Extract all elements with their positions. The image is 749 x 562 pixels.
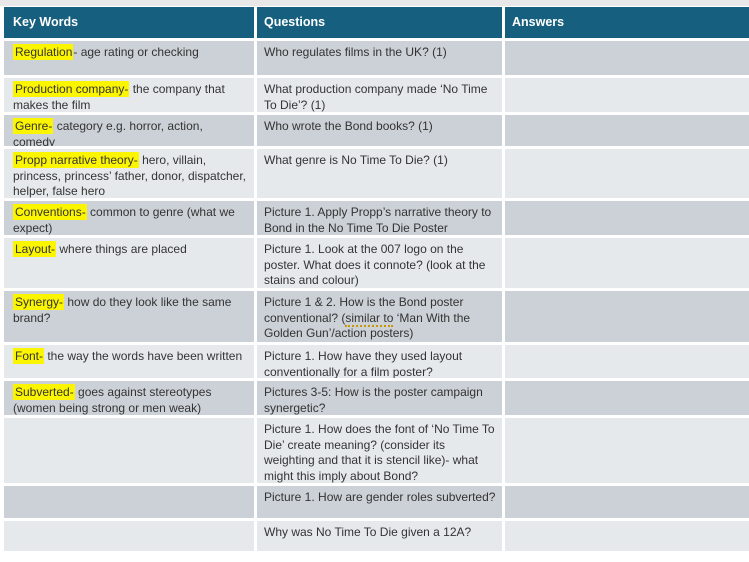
question-cell: Who regulates films in the UK? (1) (257, 41, 502, 75)
keyword-cell: Production company- the company that mak… (4, 78, 254, 112)
table-row: Propp narrative theory- hero, villain, p… (4, 149, 749, 198)
keyword-definition: - age rating or checking (73, 45, 199, 59)
answer-cell[interactable] (505, 78, 749, 112)
keyword-highlight: Propp narrative theory- (13, 152, 139, 168)
question-cell: Pictures 3-5: How is the poster campaign… (257, 381, 502, 415)
keyword-cell: Genre- category e.g. horror, action, com… (4, 115, 254, 146)
table-row: Picture 1. How are gender roles subverte… (4, 486, 749, 518)
header-cell-questions: Questions (257, 7, 502, 38)
keyword-cell: Layout- where things are placed (4, 238, 254, 288)
answer-cell[interactable] (505, 381, 749, 415)
keyword-cell (4, 418, 254, 483)
question-cell: Picture 1. Apply Propp’s narrative theor… (257, 201, 502, 235)
answer-cell[interactable] (505, 486, 749, 518)
keyword-highlight: Production company- (13, 81, 130, 97)
answer-cell[interactable] (505, 418, 749, 483)
header-cell-keywords: Key Words (4, 7, 254, 38)
question-cell: Picture 1. Look at the 007 logo on the p… (257, 238, 502, 288)
table-row: Conventions- common to genre (what we ex… (4, 201, 749, 235)
table-row: Synergy- how do they look like the same … (4, 291, 749, 342)
answer-cell[interactable] (505, 201, 749, 235)
answer-cell[interactable] (505, 291, 749, 342)
worksheet-page: Key Words Questions Answers Regulation- … (0, 0, 749, 562)
table-row: Font- the way the words have been writte… (4, 345, 749, 378)
table-row: Production company- the company that mak… (4, 78, 749, 112)
table-row: Picture 1. How does the font of ‘No Time… (4, 418, 749, 483)
keyword-cell: Font- the way the words have been writte… (4, 345, 254, 378)
table-row: Genre- category e.g. horror, action, com… (4, 115, 749, 146)
keyword-cell: Regulation- age rating or checking (4, 41, 254, 75)
keyword-cell (4, 521, 254, 551)
question-cell: Who wrote the Bond books? (1) (257, 115, 502, 146)
keywords-questions-table: Key Words Questions Answers Regulation- … (4, 7, 749, 554)
answer-cell[interactable] (505, 238, 749, 288)
keyword-definition: where things are placed (56, 242, 187, 256)
table-row: Why was No Time To Die given a 12A? (4, 521, 749, 551)
keyword-highlight: Genre- (13, 118, 54, 134)
table-header-row: Key Words Questions Answers (4, 7, 749, 38)
question-cell: What genre is No Time To Die? (1) (257, 149, 502, 198)
table-row: Layout- where things are placed Picture … (4, 238, 749, 288)
keyword-highlight: Regulation (13, 44, 74, 60)
answer-cell[interactable] (505, 41, 749, 75)
question-cell: Why was No Time To Die given a 12A? (257, 521, 502, 551)
keyword-cell: Propp narrative theory- hero, villain, p… (4, 149, 254, 198)
question-cell: Picture 1 & 2. How is the Bond poster co… (257, 291, 502, 342)
keyword-highlight: Font- (13, 348, 45, 364)
answer-cell[interactable] (505, 149, 749, 198)
keyword-highlight: Subverted- (13, 384, 75, 400)
keyword-cell: Subverted- goes against stereotypes (wom… (4, 381, 254, 415)
page-top-strip (0, 0, 749, 6)
spellcheck-underlined-text: similar to (345, 310, 394, 327)
question-cell: Picture 1. How does the font of ‘No Time… (257, 418, 502, 483)
question-cell: What production company made ‘No Time To… (257, 78, 502, 112)
keyword-highlight: Conventions- (13, 204, 87, 220)
header-cell-answers: Answers (505, 7, 749, 38)
answer-cell[interactable] (505, 345, 749, 378)
keyword-cell: Synergy- how do they look like the same … (4, 291, 254, 342)
keyword-highlight: Synergy- (13, 294, 65, 310)
answer-cell[interactable] (505, 115, 749, 146)
question-cell: Picture 1. How have they used layout con… (257, 345, 502, 378)
question-cell: Picture 1. How are gender roles subverte… (257, 486, 502, 518)
table-row: Regulation- age rating or checking Who r… (4, 41, 749, 75)
table-row: Subverted- goes against stereotypes (wom… (4, 381, 749, 415)
keyword-cell (4, 486, 254, 518)
keyword-highlight: Layout- (13, 241, 57, 257)
keyword-definition: the way the words have been written (44, 349, 243, 363)
keyword-cell: Conventions- common to genre (what we ex… (4, 201, 254, 235)
answer-cell[interactable] (505, 521, 749, 551)
